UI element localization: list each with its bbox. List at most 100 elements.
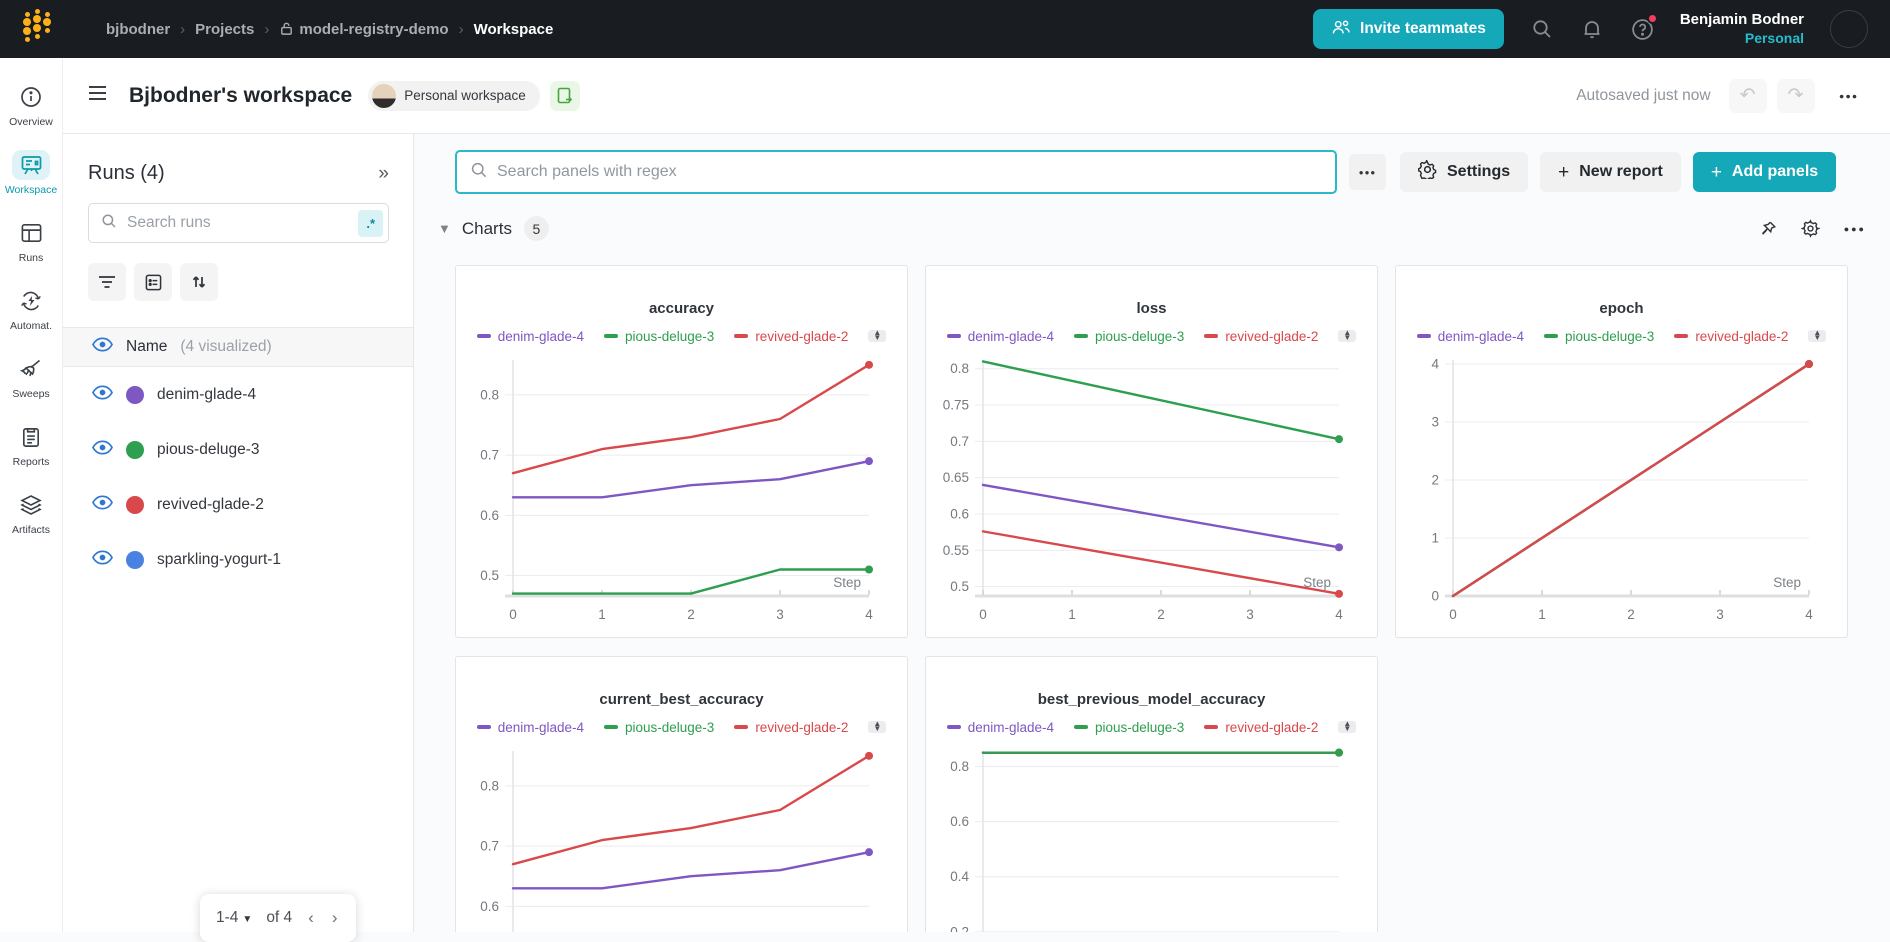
section-settings-gear-icon[interactable] — [1800, 219, 1820, 238]
group-runs-button[interactable] — [134, 263, 172, 301]
wandb-logo-icon[interactable] — [22, 8, 56, 48]
run-color-dot — [126, 495, 144, 514]
search-icon — [469, 160, 489, 185]
next-page-icon[interactable]: › — [330, 908, 340, 928]
eye-icon[interactable] — [92, 384, 113, 405]
legend-item[interactable]: denim-glade-4 — [946, 720, 1054, 735]
chart-title: loss — [1136, 300, 1167, 317]
workspace-scope-pill[interactable]: Personal workspace — [368, 80, 540, 111]
panel-search-box — [455, 150, 1337, 194]
legend-sort-icon[interactable]: ▲ ▼ — [1338, 720, 1357, 733]
new-workspace-icon[interactable] — [549, 80, 580, 111]
legend-dash — [1204, 725, 1219, 729]
regex-toggle[interactable]: .* — [358, 209, 383, 237]
sidebar-item-reports[interactable]: Reports — [1, 422, 61, 468]
svg-text:0.7: 0.7 — [950, 434, 969, 449]
pin-section-icon[interactable] — [1759, 220, 1777, 238]
legend-item[interactable]: denim-glade-4 — [946, 329, 1054, 344]
legend-label: pious-deluge-3 — [625, 328, 715, 344]
svg-text:1: 1 — [598, 607, 606, 622]
sidebar-item-overview[interactable]: Overview — [1, 82, 61, 128]
sidebar-item-sweeps[interactable]: Sweeps — [1, 354, 61, 400]
new-report-button[interactable]: + New report — [1540, 152, 1681, 192]
legend-dash — [1204, 334, 1219, 338]
redo-button[interactable]: ↷ — [1776, 78, 1815, 113]
legend-sort-icon[interactable]: ▲ ▼ — [868, 720, 887, 733]
sidebar-item-runs[interactable]: Runs — [1, 218, 61, 264]
legend-item[interactable]: denim-glade-4 — [476, 329, 584, 344]
legend-label: revived-glade-2 — [1695, 328, 1789, 344]
prev-page-icon[interactable]: ‹ — [306, 908, 316, 928]
legend-item[interactable]: pious-deluge-3 — [604, 720, 714, 735]
sidebar-item-automat[interactable]: Automat. — [1, 286, 61, 332]
run-row[interactable]: sparkling-yogurt-1 — [63, 532, 413, 587]
legend-label: revived-glade-2 — [1225, 719, 1319, 735]
legend-item[interactable]: pious-deluge-3 — [1074, 329, 1184, 344]
svg-text:2: 2 — [687, 607, 695, 622]
breadcrumb-projects[interactable]: Projects — [195, 21, 254, 38]
legend-item[interactable]: pious-deluge-3 — [1074, 720, 1184, 735]
runs-list-header[interactable]: Name (4 visualized) — [63, 327, 413, 367]
add-panels-button[interactable]: + Add panels — [1692, 152, 1837, 192]
legend-item[interactable]: revived-glade-2 — [734, 720, 848, 735]
notifications-bell-icon[interactable] — [1580, 17, 1604, 41]
collapse-panel-icon[interactable]: » — [378, 163, 389, 185]
page-range-select[interactable]: 1-4 ▼ — [216, 909, 252, 927]
run-name: pious-deluge-3 — [157, 440, 260, 458]
legend-sort-icon[interactable]: ▲ ▼ — [868, 329, 887, 342]
eye-icon[interactable] — [92, 549, 113, 570]
panel-search-input[interactable] — [497, 163, 1323, 181]
filter-runs-button[interactable] — [88, 263, 126, 301]
legend-item[interactable]: denim-glade-4 — [1416, 329, 1524, 344]
chart-plot: 0.50.550.60.650.70.750.80 1 2 3 4Step — [943, 360, 1343, 622]
help-icon[interactable] — [1630, 13, 1658, 41]
run-row[interactable]: denim-glade-4 — [63, 367, 413, 422]
runs-search-input[interactable] — [127, 214, 350, 232]
eye-icon[interactable] — [92, 494, 113, 515]
legend-item[interactable]: denim-glade-4 — [476, 720, 584, 735]
svg-text:0.65: 0.65 — [943, 470, 969, 485]
invite-teammates-button[interactable]: Invite teammates — [1313, 9, 1504, 49]
chart-panel-epoch[interactable]: epoch denim-glade-4 pious-deluge-3 revived-… — [1395, 265, 1848, 638]
chart-panel-current_best_accuracy[interactable]: current_best_accuracy denim-glade-4 pious-… — [455, 656, 908, 932]
menu-hamburger-icon[interactable] — [88, 85, 107, 106]
search-icon[interactable] — [1530, 17, 1554, 41]
clipboard-icon — [12, 422, 50, 452]
user-menu[interactable]: Benjamin Bodner Personal — [1680, 11, 1804, 47]
eye-icon[interactable] — [92, 439, 113, 460]
header-more-icon[interactable]: ●●● — [1839, 91, 1858, 101]
charts-count-badge: 5 — [523, 216, 549, 241]
run-row[interactable]: revived-glade-2 — [63, 477, 413, 532]
settings-button[interactable]: Settings — [1400, 152, 1529, 192]
undo-button[interactable]: ↶ — [1728, 78, 1767, 113]
chart-panel-loss[interactable]: loss denim-glade-4 pious-deluge-3 revived-g… — [925, 265, 1378, 638]
legend-item[interactable]: revived-glade-2 — [1204, 720, 1318, 735]
chart-legend: denim-glade-4 pious-deluge-3 revived-glade… — [1396, 325, 1847, 347]
section-more-icon[interactable]: ●●● — [1844, 224, 1866, 234]
chart-panel-accuracy[interactable]: accuracy denim-glade-4 pious-deluge-3 reviv… — [455, 265, 908, 638]
legend-item[interactable]: revived-glade-2 — [734, 329, 848, 344]
legend-sort-icon[interactable]: ▲ ▼ — [1338, 329, 1357, 342]
run-row[interactable]: pious-deluge-3 — [63, 422, 413, 477]
breadcrumb-project[interactable]: model-registry-demo — [279, 21, 449, 38]
runs-panel-title: Runs (4) — [88, 162, 165, 184]
sidebar-item-artifacts[interactable]: Artifacts — [1, 490, 61, 536]
legend-item[interactable]: pious-deluge-3 — [1544, 329, 1654, 344]
search-options-button[interactable]: ●●● — [1349, 154, 1386, 190]
svg-text:0: 0 — [509, 607, 517, 622]
legend-sort-icon[interactable]: ▲ ▼ — [1808, 329, 1827, 342]
legend-item[interactable]: pious-deluge-3 — [604, 329, 714, 344]
sort-runs-button[interactable] — [180, 263, 218, 301]
breadcrumb-separator: › — [458, 20, 464, 38]
chart-panel-best_previous_model_accuracy[interactable]: best_previous_model_accuracy denim-glade-… — [925, 656, 1378, 932]
legend-dash — [1674, 334, 1689, 338]
breadcrumb-user[interactable]: bjbodner — [106, 21, 170, 38]
user-avatar[interactable] — [1830, 10, 1868, 48]
eye-icon[interactable] — [92, 337, 113, 357]
legend-item[interactable]: revived-glade-2 — [1674, 329, 1788, 344]
chart-title: epoch — [1599, 300, 1644, 317]
legend-item[interactable]: revived-glade-2 — [1204, 329, 1318, 344]
breadcrumb-workspace[interactable]: Workspace — [474, 21, 554, 38]
chevron-down-icon[interactable]: ▼ — [438, 221, 451, 236]
sidebar-item-workspace[interactable]: Workspace — [1, 150, 61, 196]
